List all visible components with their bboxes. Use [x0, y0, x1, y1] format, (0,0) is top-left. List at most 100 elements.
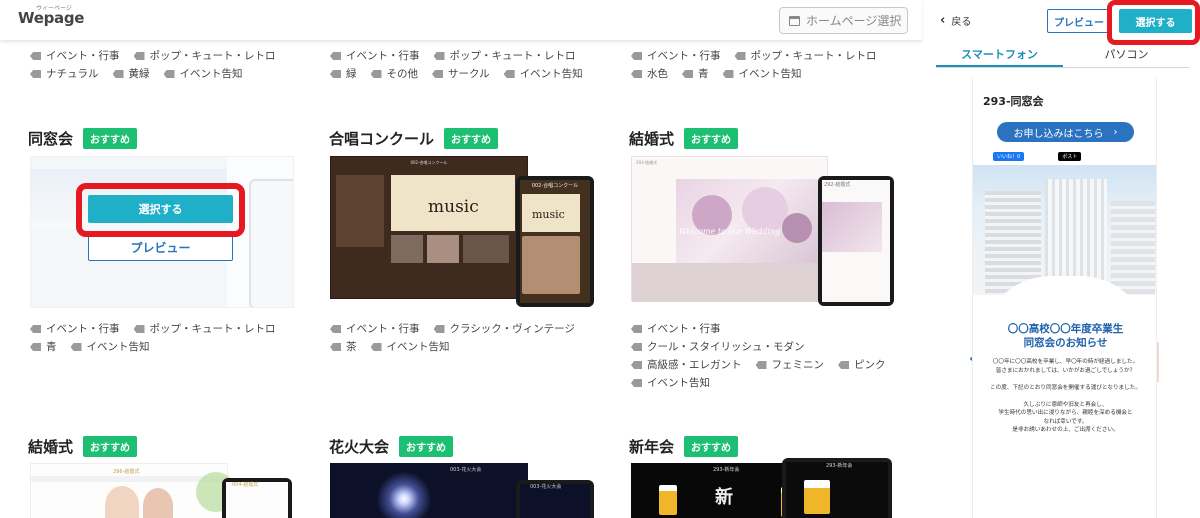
recommended-badge: おすすめ [684, 436, 739, 457]
card-title-text: 結婚式 [28, 438, 74, 456]
tag[interactable]: ポップ・キュート・レトロ [133, 49, 276, 63]
highlight-frame [1107, 0, 1200, 45]
tag-list: イベント・行事 クラシック・ヴィンテージ 茶 イベント告知 [330, 322, 600, 354]
tag[interactable]: イベント告知 [163, 67, 243, 81]
tag-icon [722, 70, 734, 78]
tablet-mockup: 002-合唱コンクール music [516, 176, 594, 307]
tab-smartphone[interactable]: スマートフォン [936, 46, 1063, 67]
highlight-frame [76, 183, 245, 237]
tag-list: イベント・行事 ポップ・キュート・レトロ 青 イベント告知 [30, 322, 300, 354]
apply-label: お申し込みはこちら [1013, 128, 1104, 140]
tablet-mockup: 004-結婚式 [222, 478, 292, 518]
tag-list: イベント・行事 ポップ・キュート・レトロ ナチュラル 黄緑 イベント告知 [30, 49, 290, 81]
tag-icon [734, 52, 746, 60]
tag-icon [838, 361, 849, 369]
tag[interactable]: イベント告知 [70, 340, 150, 354]
thumb-kanji: 新 [715, 487, 733, 508]
tag[interactable]: ナチュラル [30, 67, 99, 81]
recommended-badge: おすすめ [684, 128, 739, 149]
tag[interactable]: ピンク [838, 358, 886, 372]
logo[interactable]: Wepage [18, 9, 84, 27]
tag-list: イベント・行事 ポップ・キュート・レトロ 緑 その他 サークル イベント告知 [330, 49, 590, 81]
tag[interactable]: その他 [370, 67, 418, 81]
tag-icon [163, 70, 175, 78]
tag-icon [30, 325, 41, 333]
thumb-hero-text: music [428, 197, 479, 217]
card-title-text: 同窓会 [28, 130, 74, 148]
tag-icon [30, 343, 41, 351]
tag[interactable]: 青 [682, 67, 709, 81]
card-title-text: 合唱コンクール [329, 130, 435, 148]
apply-button[interactable]: お申し込みはこちら › [997, 122, 1134, 142]
tag[interactable]: イベント告知 [370, 340, 450, 354]
thumb-hero-text: music [532, 208, 565, 221]
tag-icon [631, 70, 642, 78]
tag-list: イベント・行事 ポップ・キュート・レトロ 水色 青 イベント告知 [631, 49, 891, 81]
announcement-body: 〇〇年に〇〇高校を卒業し、早〇年の時が経過しました。 皆さまにおかれましては、い… [990, 359, 1141, 433]
tag-icon [330, 343, 341, 351]
thumb-script-text: Welcome to our Wedding [678, 227, 781, 236]
recommended-badge: おすすめ [399, 436, 454, 457]
tag-icon [30, 70, 41, 78]
thumb-site-header: 296-結婚式 [113, 469, 140, 475]
tag-icon [330, 325, 341, 333]
card-title-text: 花火大会 [329, 438, 390, 456]
tag-icon [631, 52, 642, 60]
thumb-site-header: 293-新年会 [713, 467, 740, 473]
thumb-site-header: 002-合唱コンクール [410, 160, 448, 165]
card-title: 結婚式 おすすめ [629, 128, 739, 149]
tag[interactable]: サークル [432, 67, 490, 81]
back-label: 戻る [951, 17, 972, 28]
tag-icon [631, 361, 642, 369]
tag[interactable]: イベント・行事 [30, 49, 120, 63]
tag[interactable]: 茶 [330, 340, 357, 354]
tag-icon [70, 343, 82, 351]
recommended-badge: おすすめ [83, 436, 138, 457]
tag[interactable]: 青 [30, 340, 57, 354]
homepage-select-button[interactable]: ホームページ選択 [779, 7, 908, 34]
tag-icon [503, 70, 515, 78]
card-title-text: 結婚式 [629, 130, 675, 148]
thumb-site-header: 293-結婚式 [636, 160, 658, 165]
card-title: 花火大会 おすすめ [329, 436, 454, 457]
tag[interactable]: クラシック・ヴィンテージ [433, 322, 575, 336]
tag[interactable]: 水色 [631, 67, 668, 81]
template-thumbnail[interactable]: 293-結婚式 Welcome to our Wedding [631, 156, 828, 302]
chevron-left-icon: ‹ [940, 12, 946, 28]
tag[interactable]: 黄緑 [112, 67, 150, 81]
tag[interactable]: ポップ・キュート・レトロ [734, 49, 877, 63]
card-title: 結婚式 おすすめ [28, 436, 138, 457]
tag[interactable]: イベント・行事 [631, 322, 721, 336]
tag[interactable]: 緑 [330, 67, 357, 81]
card-title-text: 新年会 [629, 438, 675, 456]
tag[interactable]: フェミニン [755, 358, 824, 372]
thumb-site-header: 003-花火大会 [450, 467, 482, 473]
tag[interactable]: 高級感・エレガント [631, 358, 742, 372]
tag-icon [330, 52, 341, 60]
tag-icon [133, 325, 145, 333]
site-title: 293-同窓会 [983, 95, 1044, 108]
post-button[interactable]: ポスト [1058, 152, 1082, 161]
preview-button[interactable]: プレビュー [1047, 9, 1111, 33]
template-thumbnail[interactable]: 003-花火大会 [330, 463, 528, 518]
window-icon [789, 15, 800, 26]
card-title: 新年会 おすすめ [629, 436, 739, 457]
preview-template-button[interactable]: プレビュー [88, 234, 233, 261]
tag[interactable]: イベント・行事 [631, 49, 721, 63]
template-thumbnail[interactable]: 002-合唱コンクール music [330, 156, 528, 299]
tag[interactable]: イベント・行事 [330, 322, 420, 336]
tag-list: イベント・行事 クール・スタイリッシュ・モダン 高級感・エレガント フェミニン … [631, 322, 901, 390]
smartphone-preview-screen: 293-同窓会 お申し込みはこちら › いいね！0 ポスト 〇〇高校〇〇年度卒業… [972, 78, 1157, 518]
back-button[interactable]: ‹ 戻る [940, 12, 972, 29]
like-button[interactable]: いいね！0 [993, 152, 1025, 161]
tab-pc[interactable]: パソコン [1063, 46, 1190, 67]
tag[interactable]: ポップ・キュート・レトロ [133, 322, 276, 336]
tag[interactable]: イベント告知 [722, 67, 802, 81]
tag[interactable]: クール・スタイリッシュ・モダン [631, 340, 861, 354]
tag-icon [30, 52, 41, 60]
tag[interactable]: イベント告知 [631, 376, 710, 390]
tag[interactable]: イベント告知 [503, 67, 583, 81]
tag[interactable]: ポップ・キュート・レトロ [433, 49, 576, 63]
tag[interactable]: イベント・行事 [30, 322, 120, 336]
tag[interactable]: イベント・行事 [330, 49, 420, 63]
